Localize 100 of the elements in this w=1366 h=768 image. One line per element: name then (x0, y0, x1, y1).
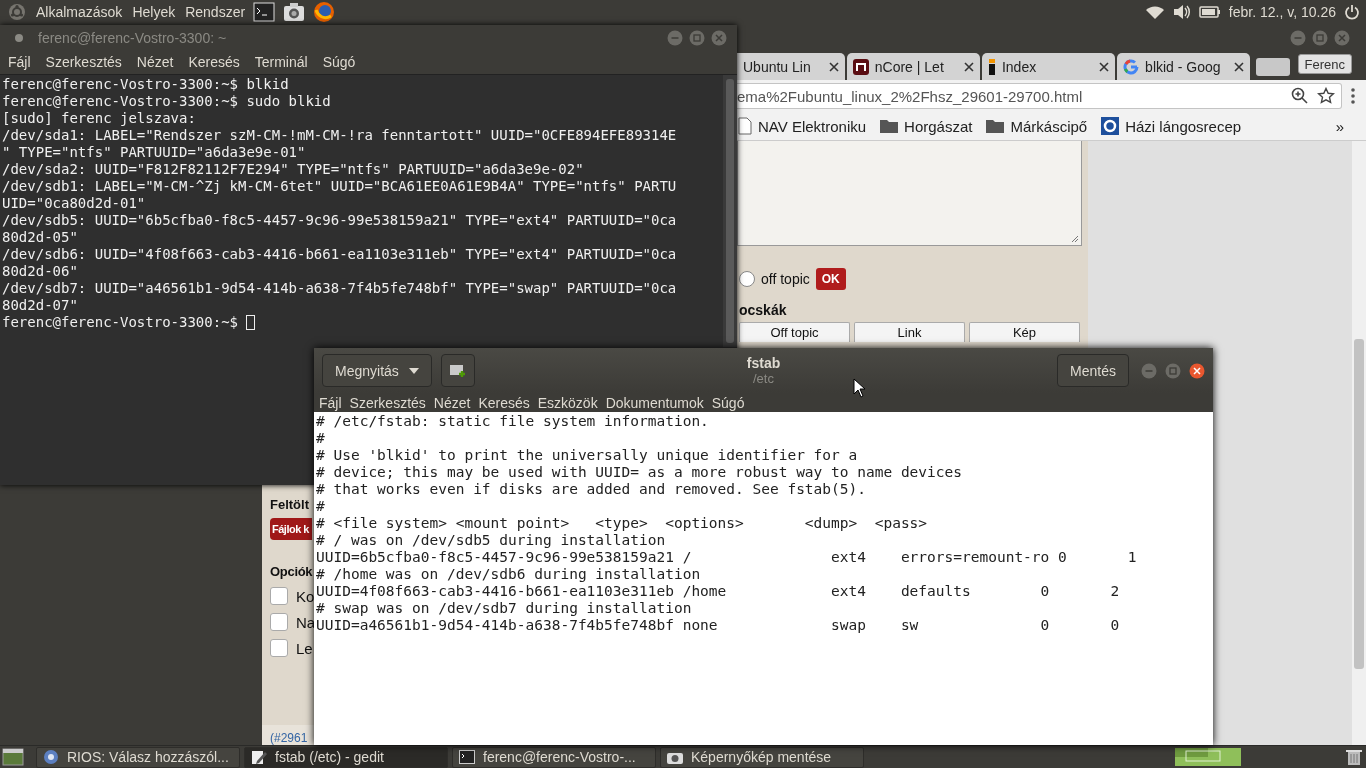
panel-menu[interactable]: Rendszer (185, 4, 246, 20)
volume-icon[interactable] (1172, 4, 1191, 20)
panel-menu[interactable]: Helyek (132, 4, 176, 20)
zoom-icon[interactable] (1291, 87, 1309, 105)
ring-logo-icon (1123, 58, 1140, 75)
dot-icon (14, 32, 24, 43)
code-line: # that works even if disks are added and removed. See fstab(5). (316, 481, 867, 498)
open-button[interactable]: Megnyitás (322, 354, 432, 387)
show-desktop-icon[interactable] (2, 748, 24, 766)
bookmark[interactable]: Márkáscipő (986, 117, 1088, 135)
menu-icon[interactable] (1350, 87, 1356, 105)
checkbox[interactable] (270, 613, 288, 631)
terminal-line: UID="0ca80d2d-01" (2, 195, 147, 212)
taskbar-item[interactable]: ferenc@ferenc-Vostro-... (452, 746, 656, 768)
menu-item[interactable]: Súgó (322, 54, 356, 70)
terminal-line: ferenc@ferenc-Vostro-3300:~$ (2, 314, 238, 331)
star-icon[interactable] (1317, 87, 1335, 105)
tag-button[interactable]: Off topic (739, 322, 850, 342)
tag-button[interactable]: Link (854, 322, 965, 342)
globe-icon[interactable] (313, 1, 336, 23)
code-line: UUID=a46561b1-9d54-414b-a638-7f4b5fe748bf none swap sw 0 0 (316, 617, 1121, 634)
code-line: # (316, 498, 326, 515)
menu-item[interactable]: Dokumentumok (605, 394, 704, 411)
terminal-line: ferenc@ferenc-Vostro-3300:~$ blkid (2, 76, 290, 93)
browser-tab[interactable]: blkid - Goog (1117, 53, 1251, 80)
folder-icon (880, 119, 899, 133)
terminal-line: ferenc@ferenc-Vostro-3300:~$ sudo blkid (2, 93, 332, 110)
ubuntu-logo-icon (8, 3, 26, 21)
camera-icon[interactable] (283, 2, 306, 22)
section-heading: ocskák (739, 302, 788, 318)
edit-icon (251, 749, 267, 765)
trash-icon[interactable] (1346, 748, 1362, 766)
checkbox[interactable] (270, 587, 288, 605)
scrollbar[interactable] (1352, 141, 1366, 745)
close-icon[interactable] (1099, 61, 1110, 72)
tag-button[interactable]: Kép (969, 322, 1080, 342)
menu-item[interactable]: Fájl (319, 394, 342, 411)
code-line: # / was on /dev/sdb5 during installation (316, 532, 667, 549)
menu-item[interactable]: Fájl (8, 54, 31, 70)
bar-logo-icon (987, 58, 996, 75)
wifi-icon[interactable] (1144, 4, 1165, 20)
pointer-icon (853, 378, 866, 398)
scrollbar[interactable] (723, 75, 737, 347)
taskbar-item[interactable]: fstab (/etc) - gedit (244, 746, 448, 768)
window-title: ferenc@ferenc-Vostro-3300: ~ (38, 29, 228, 46)
clock[interactable]: febr. 12., v, 10.26 (1228, 4, 1336, 20)
checkbox[interactable] (270, 639, 288, 657)
code-line: # /etc/fstab: static file system information. (316, 413, 710, 430)
menu-item[interactable]: Keresés (188, 54, 240, 70)
terminal-icon[interactable] (253, 2, 276, 22)
code-line: # /home was on /dev/sdb6 during installation (316, 566, 702, 583)
browser-tab[interactable]: nCore | Let (846, 53, 980, 80)
option-label: Le (296, 639, 313, 657)
code-line: UUID=4f08f663-cab3-4416-b661-ea1103e311eb /home ext4 defaults 0 2 (316, 583, 1121, 600)
taskbar-item[interactable]: Képernyőkép mentése (660, 746, 864, 768)
browser-tab[interactable]: Index (981, 53, 1116, 80)
bookmark[interactable]: Horgászat (880, 117, 973, 135)
battery-icon[interactable] (1198, 5, 1221, 19)
menu-item[interactable]: Súgó (711, 394, 745, 411)
menu-item[interactable]: Nézet (433, 394, 471, 411)
code-line: # <file system> <mount point> <type> <options> <dump> <pass> (316, 515, 929, 532)
close-icon[interactable] (963, 61, 974, 72)
option-label: Na (296, 613, 316, 631)
panel-menu[interactable]: Alkalmazások (36, 4, 123, 20)
menu-item[interactable]: Nézet (136, 54, 174, 70)
save-button[interactable]: Mentés (1057, 354, 1129, 387)
caret-icon (408, 367, 419, 374)
terminal-line: /dev/sdb1: LABEL="M-CM-^Zj kM-CM-6tet" UUID="BCA61EE0A61E9B4A" TYPE="ntfs" PARTU (2, 178, 678, 195)
post-link[interactable]: (#2961 (262, 725, 314, 745)
browser-icon (43, 749, 59, 765)
section-heading: Feltölt (270, 497, 310, 512)
bookmark[interactable]: NAV Elektroniku (738, 117, 867, 135)
bookmark[interactable]: Házi lángosrecep (1101, 117, 1242, 135)
terminal-icon (459, 750, 475, 764)
code-line: # device; this may be used with UUID= as a more robust way to name devices (316, 464, 963, 481)
taskbar-item[interactable]: RIOS: Válasz hozzászól... (36, 746, 240, 768)
terminal-line: /dev/sda1: LABEL="Rendszer szM-CM-!mM-CM-!ra fenntartott" UUID="0CFE894EFE89314E (2, 127, 678, 144)
camera-icon (667, 750, 683, 764)
menu-item[interactable]: Szerkesztés (349, 394, 426, 411)
close-icon[interactable] (1234, 61, 1245, 72)
terminal-line: 80d2d-06" (2, 263, 79, 280)
terminal-line: /dev/sdb6: UUID="4f08f663-cab3-4416-b661-ea1103e311eb" TYPE="ext4" PARTUUID="0ca (2, 246, 678, 263)
menu-item[interactable]: Eszközök (537, 394, 598, 411)
power-icon[interactable] (1344, 4, 1360, 20)
code-line: # Use 'blkid' to print the universally unique identifier for a (316, 447, 859, 464)
radio-button[interactable] (739, 271, 755, 287)
menu-item[interactable]: Szerkesztés (45, 54, 122, 70)
close-icon[interactable] (828, 61, 839, 72)
close-icon[interactable] (1189, 362, 1205, 379)
new-document-button[interactable] (440, 354, 475, 387)
more-bookmarks-button[interactable]: » (1335, 117, 1344, 135)
workspace-switcher-icon[interactable] (1174, 747, 1242, 767)
browser-tab[interactable]: Ubuntu Lin (737, 53, 845, 80)
upload-button[interactable]: Fájlok k (270, 518, 312, 540)
menu-item[interactable]: Keresés (478, 394, 530, 411)
text-cursor (246, 315, 255, 330)
terminal-line: [sudo] ferenc jelszava: (2, 110, 197, 127)
ok-button[interactable]: OK (815, 268, 846, 290)
profile-button[interactable]: Ferenc (1297, 54, 1352, 74)
menu-item[interactable]: Terminál (254, 54, 308, 70)
